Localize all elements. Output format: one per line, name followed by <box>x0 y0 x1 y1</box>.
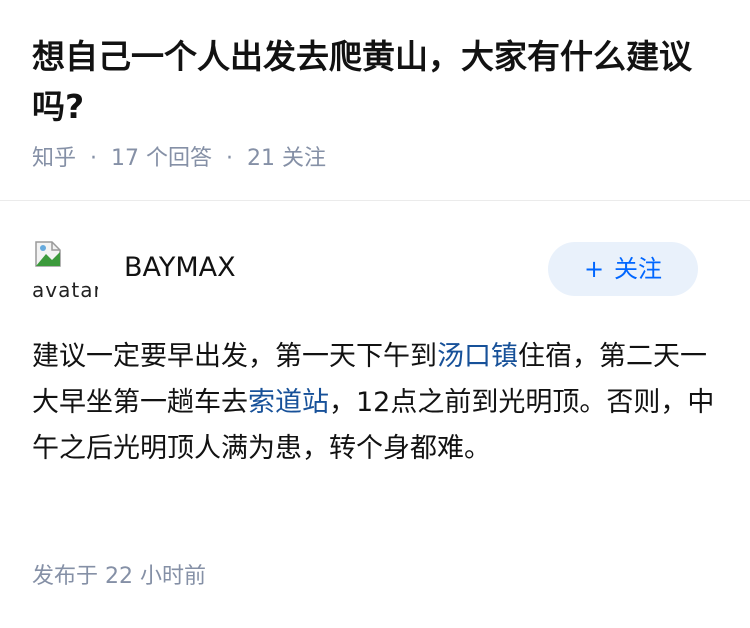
author-row: avatar BAYMAX + 关注 <box>32 236 718 302</box>
plus-icon: + <box>583 255 605 283</box>
question-meta: 知乎 · 17 个回答 · 21 关注 <box>32 143 326 175</box>
separator-dot: · <box>90 146 98 171</box>
answer-count[interactable]: 17 个回答 <box>111 146 212 171</box>
link-tangkou-town[interactable]: 汤口镇 <box>437 341 518 372</box>
source-label[interactable]: 知乎 <box>32 146 76 171</box>
answer-text: 建议一定要早出发，第一天下午到 <box>32 341 437 372</box>
author-name[interactable]: BAYMAX <box>124 250 236 286</box>
follow-button-label: 关注 <box>614 255 663 283</box>
link-cableway-station[interactable]: 索道站 <box>248 387 329 418</box>
avatar[interactable]: avatar <box>32 236 98 302</box>
answer-content: 建议一定要早出发，第一天下午到汤口镇住宿，第二天一大早坐第一趟车去索道站，12点… <box>32 334 718 472</box>
follow-button[interactable]: + 关注 <box>548 242 698 296</box>
avatar-alt-text: avatar <box>32 278 98 302</box>
broken-image-icon <box>35 241 61 267</box>
publish-time: 发布于 22 小时前 <box>32 564 206 589</box>
answer-page: 想自己一个人出发去爬黄山，大家有什么建议吗? 知乎 · 17 个回答 · 21 关注 a… <box>0 0 750 628</box>
question-header: 想自己一个人出发去爬黄山，大家有什么建议吗? 知乎 · 17 个回答 · 21 关注 <box>0 0 750 201</box>
follower-count: 21 关注 <box>247 146 327 171</box>
question-title[interactable]: 想自己一个人出发去爬黄山，大家有什么建议吗? <box>32 32 722 132</box>
separator-dot: · <box>226 146 234 171</box>
